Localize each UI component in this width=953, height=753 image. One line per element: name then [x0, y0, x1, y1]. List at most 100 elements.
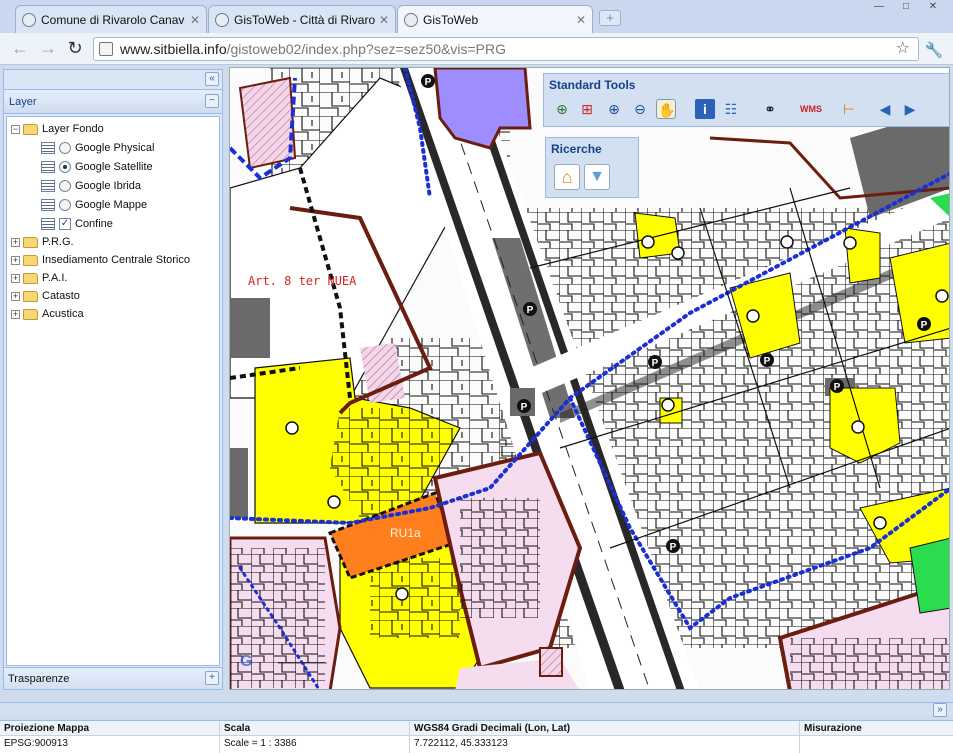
shield-icon — [285, 421, 299, 435]
search-address-button[interactable]: ⌂ — [554, 164, 580, 190]
next-view-button[interactable]: ▶ — [900, 99, 920, 119]
map-viewport[interactable]: Art. 8 ter NUEA RU1a P P P P P P P P G S… — [229, 67, 950, 690]
binoculars-button[interactable]: ⚭ — [760, 99, 780, 119]
status-value — [800, 736, 953, 752]
tree-node-layer-fondo[interactable]: − Layer Fondo — [11, 120, 104, 138]
status-projection: Proiezione Mappa EPSG:900913 — [0, 721, 220, 753]
google-ibrida-radio[interactable] — [59, 180, 71, 192]
pan-button[interactable]: ✋ — [656, 99, 676, 119]
svg-text:P: P — [670, 542, 677, 553]
tab-label: GisToWeb - Città di Rivarol — [234, 12, 375, 27]
google-satellite-radio[interactable] — [59, 161, 71, 173]
folder-icon — [23, 290, 38, 302]
parking-marker-icon[interactable]: P — [830, 379, 844, 393]
layer-panel-title: Layer — [9, 96, 37, 108]
standard-tools-panel: Standard Tools ⊕ ⊞ ⊕ ⊖ ✋ i ☷ ⚭ WMS ⊢ ◀ ▶ — [543, 73, 949, 127]
url-path: /gistoweb02/index.php?sez=sez50&vis=PRG — [226, 41, 507, 57]
parking-marker-icon[interactable]: P — [760, 353, 774, 367]
maximize-icon[interactable]: □ — [893, 0, 919, 16]
parking-marker-icon[interactable]: P — [523, 302, 537, 316]
ricerche-panel: Ricerche ⌂ ▼ — [545, 137, 639, 198]
svg-text:P: P — [921, 320, 928, 331]
parking-marker-icon[interactable]: P — [517, 399, 531, 413]
browser-tab-1[interactable]: Comune di Rivarolo Canav ✕ — [15, 5, 207, 33]
trasparenze-panel-header[interactable]: Trasparenze + — [4, 667, 222, 689]
tree-leaf-label: Google Satellite — [75, 161, 153, 173]
tree-node-label: P.R.G. — [42, 236, 74, 248]
collapse-layer-icon[interactable]: − — [205, 94, 219, 108]
expand-node-icon[interactable]: + — [11, 237, 20, 247]
attribute-table-button[interactable]: ☷ — [721, 99, 741, 119]
parking-marker-icon[interactable]: P — [648, 355, 662, 369]
layer-panel: « Layer − − Layer Fondo Google Physical … — [3, 69, 223, 690]
svg-text:P: P — [527, 305, 534, 316]
parking-marker-icon[interactable]: P — [421, 74, 435, 88]
layer-icon — [41, 218, 55, 230]
tree-leaf-label: Confine — [75, 218, 113, 230]
zoom-out-icon: ⊖ — [634, 101, 646, 117]
zoom-box-button[interactable]: ⊞ — [577, 99, 597, 119]
expand-trasparenze-icon[interactable]: + — [205, 671, 219, 685]
collapse-node-icon[interactable]: − — [11, 124, 20, 134]
map-label-ru1a: RU1a — [390, 526, 421, 540]
trasparenze-title: Trasparenze — [8, 673, 70, 685]
svg-text:P: P — [521, 402, 528, 413]
tree-leaf-google-ibrida[interactable]: Google Ibrida — [41, 177, 141, 195]
status-header: WGS84 Gradi Decimali (Lon, Lat) — [410, 721, 799, 736]
window-close-icon[interactable]: ✕ — [920, 0, 946, 16]
tree-leaf-confine[interactable]: ✓ Confine — [41, 215, 113, 233]
minimize-icon[interactable]: — — [866, 0, 892, 16]
tree-node-prg[interactable]: + P.R.G. — [11, 233, 74, 251]
tab-close-icon[interactable]: ✕ — [379, 13, 389, 27]
tree-leaf-google-mappe[interactable]: Google Mappe — [41, 196, 147, 214]
layer-icon — [41, 199, 55, 211]
panel-collapse-bar: « — [4, 70, 222, 90]
reload-icon[interactable]: ↻ — [63, 38, 87, 60]
zoom-extent-button[interactable]: ⊕ — [552, 99, 572, 119]
tree-node-catasto[interactable]: + Catasto — [11, 287, 80, 305]
collapse-down-icon[interactable]: » — [933, 703, 947, 717]
tree-leaf-google-physical[interactable]: Google Physical — [41, 139, 155, 157]
parking-marker-icon[interactable]: P — [917, 317, 931, 331]
layer-tree: − Layer Fondo Google Physical Google Sat… — [6, 116, 220, 666]
shield-icon — [935, 289, 949, 303]
expand-node-icon[interactable]: + — [11, 309, 20, 319]
browser-tab-3[interactable]: GisToWeb ✕ — [397, 5, 593, 33]
expand-node-icon[interactable]: + — [11, 291, 20, 301]
collapse-left-icon[interactable]: « — [205, 72, 219, 86]
tab-close-icon[interactable]: ✕ — [190, 13, 200, 27]
parking-marker-icon[interactable]: P — [666, 539, 680, 553]
svg-text:P: P — [425, 77, 432, 88]
zoom-in-button[interactable]: ⊕ — [604, 99, 624, 119]
wms-button[interactable]: WMS — [800, 99, 822, 119]
expand-node-icon[interactable]: + — [11, 255, 20, 265]
tag-icon: ▼ — [589, 168, 605, 185]
info-button[interactable]: i — [695, 99, 715, 119]
layer-icon — [41, 142, 55, 154]
google-physical-radio[interactable] — [59, 142, 71, 154]
tab-close-icon[interactable]: ✕ — [576, 13, 586, 27]
address-bar[interactable]: www.sitbiella.info/gistoweb02/index.php?… — [93, 37, 919, 61]
tree-node-acustica[interactable]: + Acustica — [11, 305, 84, 323]
new-tab-button[interactable]: + — [599, 10, 621, 26]
confine-checkbox[interactable]: ✓ — [59, 218, 71, 230]
tree-leaf-google-satellite[interactable]: Google Satellite — [41, 158, 153, 176]
expand-node-icon[interactable]: + — [11, 273, 20, 283]
wrench-icon[interactable]: 🔧 — [924, 41, 944, 59]
browser-tab-2[interactable]: GisToWeb - Città di Rivarol ✕ — [208, 5, 396, 33]
poi-icon — [851, 420, 865, 434]
tree-node-insediamento[interactable]: + Insediamento Centrale Storico — [11, 251, 190, 269]
measure-button[interactable]: ⊢ — [839, 99, 859, 119]
globe-zoom-icon: ⊕ — [556, 101, 568, 117]
forward-arrow-icon[interactable]: → — [36, 38, 60, 60]
google-mappe-radio[interactable] — [59, 199, 71, 211]
back-arrow-icon[interactable]: ← — [8, 38, 32, 60]
tree-node-label: Catasto — [42, 290, 80, 302]
tree-node-pai[interactable]: + P.A.I. — [11, 269, 67, 287]
bookmark-star-icon[interactable]: ☆ — [896, 38, 910, 60]
previous-view-button[interactable]: ◀ — [875, 99, 895, 119]
svg-text:P: P — [652, 358, 659, 369]
search-parcel-button[interactable]: ▼ — [584, 164, 610, 190]
poi-icon — [780, 235, 794, 249]
zoom-out-button[interactable]: ⊖ — [630, 99, 650, 119]
